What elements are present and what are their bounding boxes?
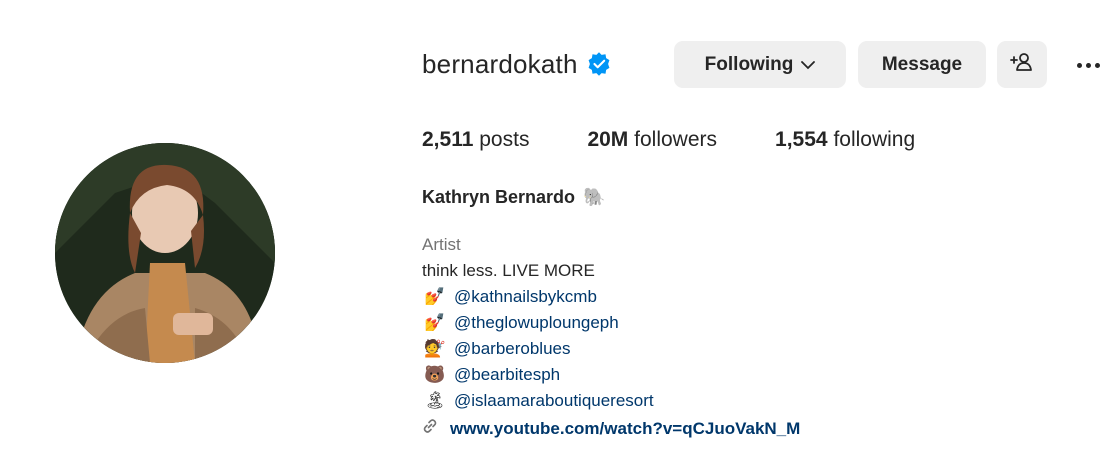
following-stat[interactable]: 1,554 following: [775, 128, 915, 152]
category-label: Artist: [422, 235, 461, 254]
bio-mention: 🐻 @bearbitesph: [422, 362, 800, 388]
mention-link[interactable]: @islaamaraboutiqueresort: [454, 388, 654, 414]
avatar[interactable]: [55, 143, 275, 363]
full-name-row: Kathryn Bernardo 🐘: [422, 187, 605, 208]
profile-header: bernardokath: [422, 40, 612, 88]
link-icon: [422, 416, 442, 442]
chevron-down-icon: [801, 54, 816, 76]
external-link[interactable]: www.youtube.com/watch?v=qCJuoVakN_M: [422, 416, 800, 442]
profile-photo: [55, 143, 275, 363]
elephant-emoji: 🐘: [583, 187, 606, 207]
mention-link[interactable]: @bearbitesph: [454, 362, 560, 388]
mention-link[interactable]: @theglowuploungeph: [454, 310, 619, 336]
message-button[interactable]: Message: [858, 41, 986, 88]
person-add-icon: [1010, 52, 1034, 78]
island-emoji: 🏝: [424, 391, 446, 410]
suggest-user-button[interactable]: [997, 41, 1047, 88]
following-count: 1,554: [775, 128, 828, 151]
bio-mention: 💅 @theglowuploungeph: [422, 310, 800, 336]
mention-link[interactable]: @barberoblues: [454, 336, 571, 362]
bio-mention: 💇 @barberoblues: [422, 336, 800, 362]
followers-label: followers: [634, 128, 718, 151]
posts-count: 2,511: [422, 128, 474, 151]
bio-mention: 🏝 @islaamaraboutiqueresort: [422, 388, 800, 414]
followers-stat[interactable]: 20M followers: [587, 128, 717, 152]
posts-stat: 2,511 posts: [422, 128, 529, 152]
haircut-emoji: 💇: [424, 339, 446, 358]
more-options-icon[interactable]: [1068, 52, 1108, 78]
username: bernardokath: [422, 48, 578, 79]
following-button[interactable]: Following: [674, 41, 846, 88]
bear-emoji: 🐻: [424, 365, 446, 384]
message-button-label: Message: [881, 53, 963, 75]
following-button-label: Following: [704, 53, 794, 75]
nail-polish-emoji: 💅: [424, 313, 446, 332]
verified-badge-icon: [586, 51, 612, 77]
bio-tagline: think less. LIVE MORE: [422, 261, 595, 280]
followers-count: 20M: [587, 128, 629, 151]
profile-stats: 2,511 posts 20M followers 1,554 followin…: [422, 128, 973, 152]
mention-link[interactable]: @kathnailsbykcmb: [454, 284, 597, 310]
bio: Artist think less. LIVE MORE 💅 @kathnail…: [422, 232, 800, 442]
bio-mention: 💅 @kathnailsbykcmb: [422, 284, 800, 310]
full-name: Kathryn Bernardo: [422, 187, 576, 207]
posts-label: posts: [479, 128, 530, 151]
external-link-text: www.youtube.com/watch?v=qCJuoVakN_M: [450, 419, 801, 438]
nail-polish-emoji: 💅: [424, 287, 446, 306]
following-label: following: [833, 128, 916, 151]
